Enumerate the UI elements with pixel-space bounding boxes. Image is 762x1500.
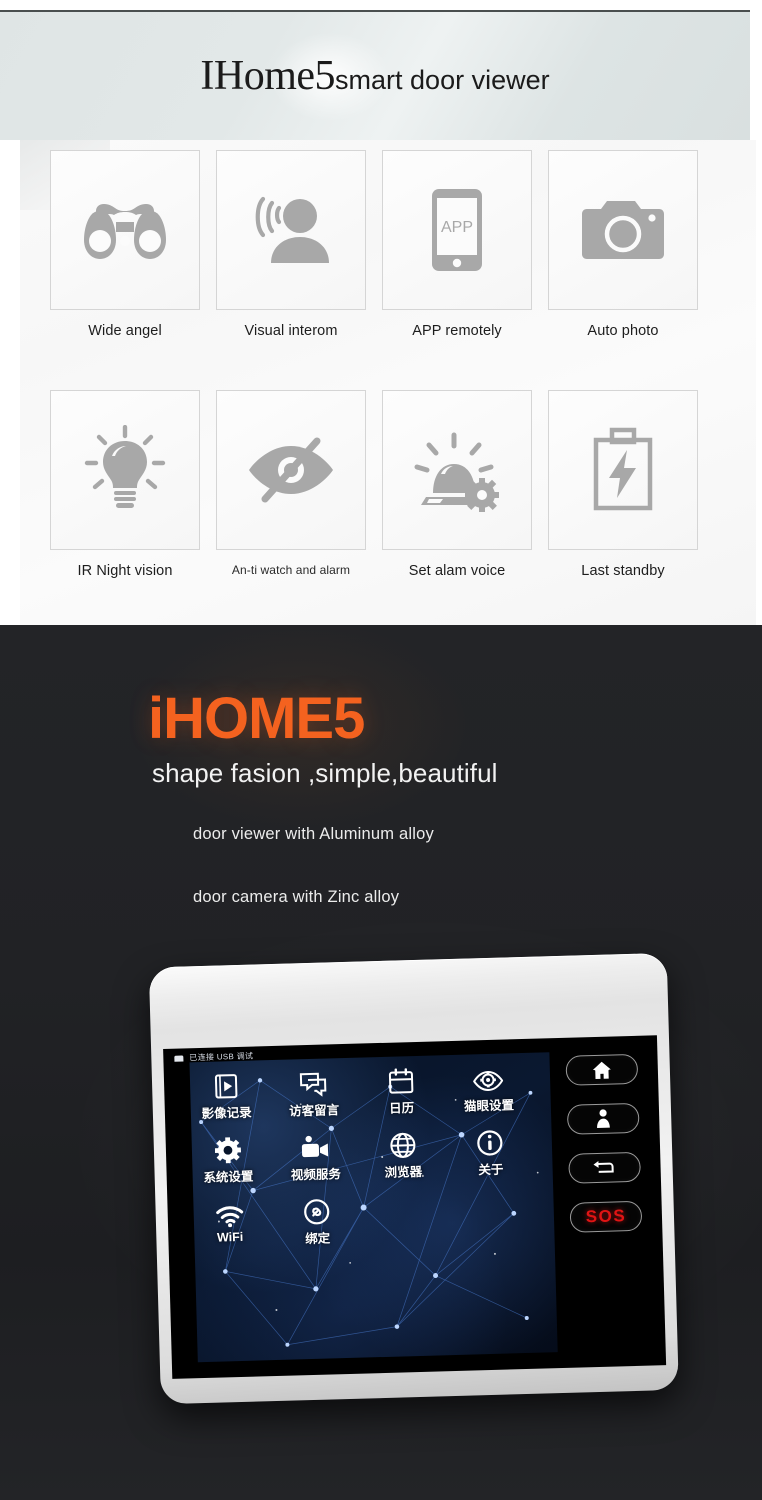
wifi-icon [215, 1195, 244, 1228]
page-header: IHome5 smart door viewer [0, 10, 750, 140]
smartphone-app-icon: APP [432, 189, 482, 271]
header-brand: IHome5 [200, 53, 336, 99]
menu-label: 视频服务 [290, 1167, 342, 1183]
feature-icon-box [382, 390, 532, 550]
menu-label: 日历 [388, 1101, 415, 1116]
feature-wide-angel[interactable]: Wide angel [50, 150, 200, 339]
feature-label: Visual interom [244, 323, 338, 339]
showcase-brand: iHOME5 [148, 686, 365, 751]
feature-label: Auto photo [587, 323, 659, 339]
showcase-description-1: door viewer with Aluminum alloy [193, 825, 434, 843]
feature-label: IR Night vision [77, 563, 173, 579]
app-icon-text: APP [441, 219, 473, 236]
feature-last-standby[interactable]: Last standby [548, 390, 698, 579]
menu-item-system-settings[interactable]: 系统设置 [183, 1130, 272, 1186]
menu-item-browser[interactable]: 浏览器 [358, 1125, 447, 1181]
header-subtitle: smart door viewer [335, 65, 550, 95]
features-row-top: Wide angel Visual interom APP APP remote… [50, 150, 740, 339]
menu-label: 系统设置 [203, 1169, 254, 1185]
menu-item-peephole-settings[interactable]: 猫眼设置 [444, 1059, 533, 1115]
screen-side-buttons: SOS [553, 1053, 654, 1233]
eye-settings-icon [473, 1060, 504, 1093]
feature-label: Last standby [581, 563, 665, 579]
home-icon [592, 1061, 611, 1079]
menu-item-wifi[interactable]: WiFi [185, 1194, 274, 1250]
menu-item-calendar[interactable]: 日历 [357, 1061, 446, 1117]
info-icon [477, 1124, 504, 1157]
back-arrow-icon [593, 1160, 614, 1173]
side-button-back[interactable] [568, 1151, 641, 1184]
feature-icon-box [50, 390, 200, 550]
feature-label: An-ti watch and alarm [231, 563, 351, 577]
feature-label: Wide angel [88, 323, 162, 339]
features-row-bottom: IR Night vision An-ti watch and alarm Se… [50, 390, 740, 579]
feature-icon-box [216, 150, 366, 310]
showcase-description-2: door camera with Zinc alloy [193, 888, 400, 906]
feature-visual-interom[interactable]: Visual interom [216, 150, 366, 339]
gear-icon [214, 1131, 241, 1164]
feature-icon-box [548, 390, 698, 550]
feature-label: APP remotely [412, 323, 502, 339]
video-record-icon [212, 1067, 239, 1100]
header-title-group: IHome5 smart door viewer [200, 52, 549, 100]
side-button-home[interactable] [565, 1053, 639, 1086]
menu-label: 绑定 [305, 1231, 331, 1247]
siren-gear-icon [414, 432, 499, 512]
product-showcase-section: iHOME5 shape fasion ,simple,beautiful do… [0, 625, 762, 1500]
menu-label: 影像记录 [201, 1105, 252, 1121]
features-panel: Wide angel Visual interom APP APP remote… [20, 140, 756, 625]
feature-anti-watch-alarm[interactable]: An-ti watch and alarm [216, 390, 366, 579]
side-button-person[interactable] [566, 1102, 640, 1135]
menu-item-video-record[interactable]: 影像记录 [182, 1066, 271, 1122]
screen-status-bar: 已连接 USB 调试 [173, 1051, 253, 1064]
feature-icon-box [548, 150, 698, 310]
message-icon [299, 1064, 328, 1097]
menu-item-visitor-message[interactable]: 访客留言 [269, 1064, 358, 1120]
menu-item-video-service[interactable]: 视频服务 [271, 1128, 360, 1184]
indoor-monitor: 已连接 USB 调试 影像记录 访客留言 日历 猫眼设置 系统设置 视频服务 浏… [148, 952, 686, 1417]
feature-set-alam-voice[interactable]: Set alam voice [382, 390, 532, 579]
monitor-screen: 已连接 USB 调试 影像记录 访客留言 日历 猫眼设置 系统设置 视频服务 浏… [163, 1035, 667, 1379]
menu-label: WiFi [216, 1229, 244, 1245]
feature-auto-photo[interactable]: Auto photo [548, 150, 698, 339]
feature-icon-box [50, 150, 200, 310]
menu-label: 浏览器 [384, 1164, 423, 1180]
sos-label: SOS [585, 1206, 627, 1227]
menu-item-about[interactable]: 关于 [446, 1123, 535, 1179]
side-button-sos[interactable]: SOS [569, 1200, 643, 1233]
menu-label: 猫眼设置 [463, 1098, 515, 1114]
menu-label: 访客留言 [288, 1103, 340, 1119]
person-speaking-icon [255, 196, 329, 263]
eye-slash-icon [249, 437, 333, 503]
binoculars-icon [84, 204, 166, 259]
feature-label: Set alam voice [408, 563, 506, 579]
menu-label: 关于 [478, 1162, 504, 1178]
menu-item-binding[interactable]: 绑定 [273, 1192, 362, 1248]
lightbulb-icon [84, 425, 166, 508]
calendar-icon [387, 1062, 414, 1095]
showcase-tagline: shape fasion ,simple,beautiful [152, 758, 498, 788]
status-text: 已连接 USB 调试 [189, 1051, 254, 1063]
globe-icon [389, 1126, 416, 1159]
link-icon [303, 1192, 330, 1225]
screen-app-menu: 影像记录 访客留言 日历 猫眼设置 系统设置 视频服务 浏览器 关于 WiFi … [182, 1059, 537, 1251]
person-icon [597, 1109, 610, 1128]
battery-bolt-icon [593, 427, 653, 511]
feature-icon-box: APP [382, 150, 532, 310]
camera-icon [582, 201, 664, 259]
feature-app-remotely[interactable]: APP APP remotely [382, 150, 532, 339]
feature-icon-box [216, 390, 366, 550]
camcorder-icon [300, 1128, 331, 1161]
usb-debug-icon [174, 1055, 184, 1062]
feature-ir-night-vision[interactable]: IR Night vision [50, 390, 200, 579]
